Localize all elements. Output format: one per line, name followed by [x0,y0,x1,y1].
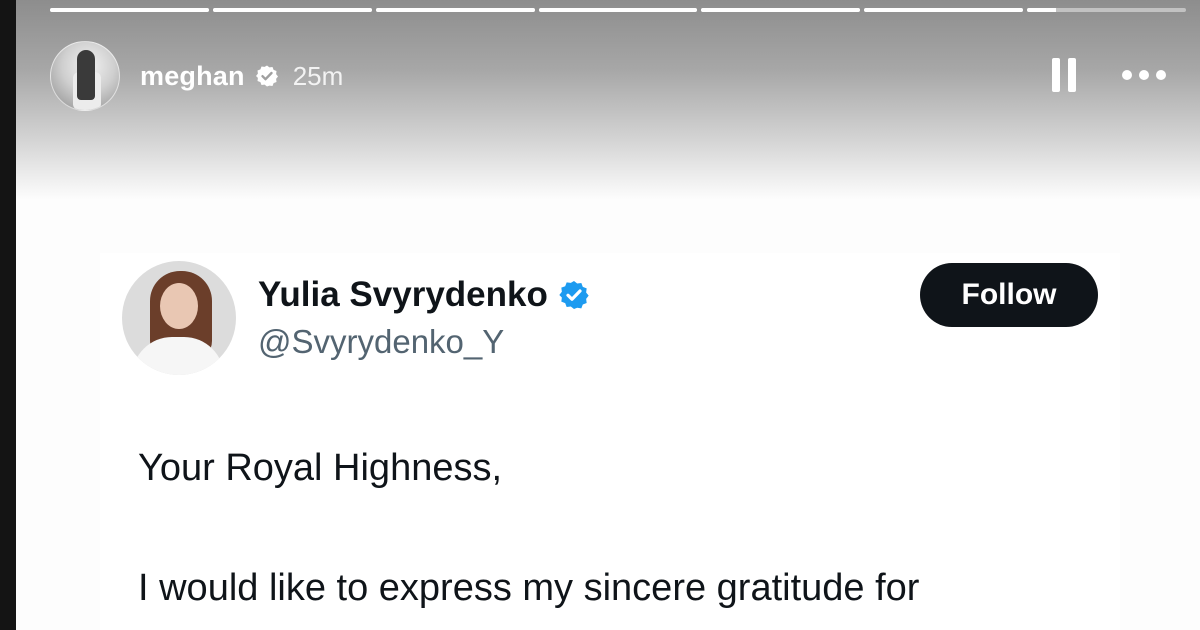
tweet-author-name[interactable]: Yulia Svyrydenko [258,275,548,315]
story-header: meghan 25m [50,41,344,111]
tweet-text-line: I would like to express my sincere grati… [138,567,920,609]
tweet-card: Yulia Svyrydenko @Svyrydenko_Y Follow Yo… [100,253,1120,630]
progress-segment [538,8,698,12]
more-horizontal-icon [1122,70,1132,80]
follow-button[interactable]: Follow [920,263,1098,327]
progress-segment [1027,8,1187,12]
tweet-text-line: Your Royal Highness, [138,447,503,489]
blue-verified-badge-icon [559,281,589,309]
pause-button[interactable] [1052,58,1078,92]
avatar[interactable] [50,41,120,111]
story-viewer: meghan 25m Yulia Svyrydenko @Svyrydenko_… [0,0,1200,630]
progress-segment [50,8,209,12]
avatar-face [160,283,198,329]
tweet-author-handle[interactable]: @Svyrydenko_Y [258,323,504,361]
verified-badge-icon [255,65,278,87]
username[interactable]: meghan [140,61,245,92]
progress-segment [864,8,1024,12]
left-edge [0,0,16,630]
pause-icon [1052,58,1060,92]
post-time: 25m [292,60,344,91]
progress-segment [212,8,372,12]
story-progress-bar [50,8,1187,13]
progress-segment [701,8,861,12]
progress-segment [375,8,535,12]
more-options-button[interactable] [1120,66,1168,84]
tweet-avatar[interactable] [122,261,236,375]
tweet-author-row: Yulia Svyrydenko [258,275,590,315]
avatar-hair [77,50,95,100]
tweet-body: Your Royal Highness, I would like to exp… [138,445,1098,611]
